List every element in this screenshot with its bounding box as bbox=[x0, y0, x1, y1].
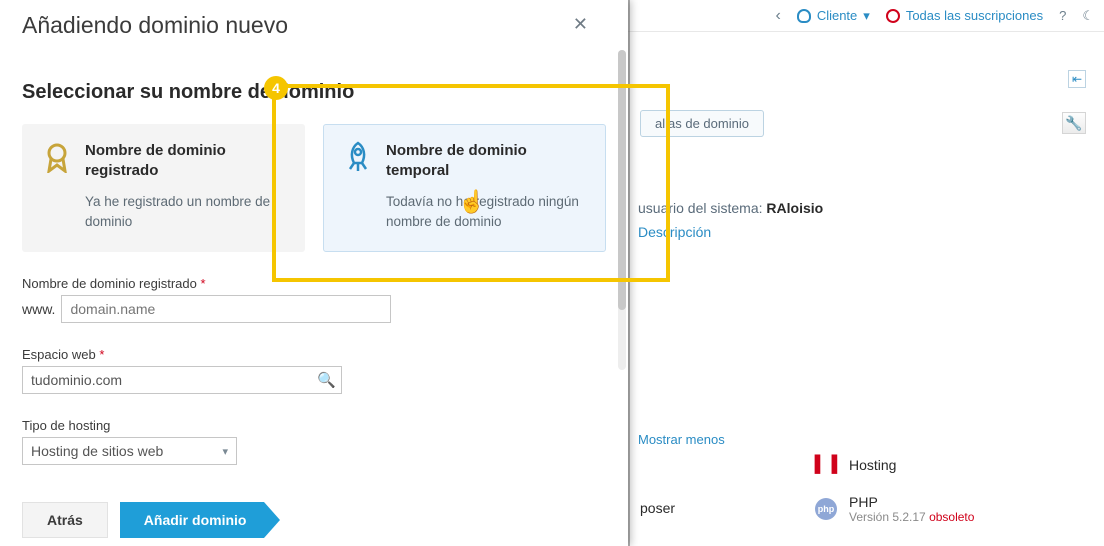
registered-domain-label: Nombre de dominio registrado * bbox=[22, 276, 606, 291]
webspace-label: Espacio web * bbox=[22, 347, 606, 362]
feature-hosting-label: Hosting bbox=[849, 457, 896, 473]
feature-php-label: PHP bbox=[849, 494, 878, 510]
badge-icon bbox=[41, 141, 73, 173]
scrollbar-thumb[interactable] bbox=[618, 50, 626, 310]
add-domain-button[interactable]: Añadir dominio bbox=[120, 502, 265, 538]
system-user-row: usuario del sistema: RAloisio bbox=[638, 200, 823, 216]
hosting-type-value: Hosting de sitios web bbox=[31, 443, 163, 459]
help-icon[interactable]: ? bbox=[1059, 8, 1066, 23]
subscriptions-link[interactable]: Todas las suscripciones bbox=[886, 8, 1043, 23]
field-hosting-type: Tipo de hosting Hosting de sitios web ▾ bbox=[22, 418, 606, 465]
modal-title: Añadiendo dominio nuevo bbox=[22, 12, 606, 39]
close-icon[interactable]: ✕ bbox=[573, 14, 588, 35]
feature-php[interactable]: php PHP Versión 5.2.17 obsoleto bbox=[815, 494, 974, 524]
card-registered-title: Nombre de dominio registrado bbox=[85, 141, 286, 180]
field-webspace: Espacio web * 🔍 bbox=[22, 347, 606, 394]
user-menu[interactable]: Cliente ▾ bbox=[797, 8, 870, 24]
description-link[interactable]: Descripción bbox=[638, 224, 711, 240]
field-registered-domain: Nombre de dominio registrado * www. bbox=[22, 276, 606, 323]
php-obsolete: obsoleto bbox=[929, 510, 974, 524]
card-temporary-title: Nombre de dominio temporal bbox=[386, 141, 587, 180]
show-less-link[interactable]: Mostrar menos bbox=[638, 432, 725, 447]
globe-icon bbox=[886, 9, 900, 23]
www-prefix: www. bbox=[22, 301, 55, 317]
caret-down-icon: ▾ bbox=[863, 8, 870, 24]
feature-column: ▌▐ Hosting php PHP Versión 5.2.17 obsole… bbox=[815, 454, 974, 542]
card-registered-desc: Ya he registrado un nombre de dominio bbox=[41, 192, 286, 231]
sidebar-toggle-icon[interactable]: ⇤ bbox=[1068, 70, 1086, 88]
hosting-type-select[interactable]: Hosting de sitios web ▾ bbox=[22, 437, 237, 465]
tools-button[interactable]: 🔧 bbox=[1062, 112, 1086, 134]
user-label: Cliente bbox=[817, 8, 857, 23]
tutorial-step-badge: 4 bbox=[264, 76, 288, 100]
back-chevron-icon[interactable]: ‹ bbox=[775, 7, 780, 25]
hosting-type-label: Tipo de hosting bbox=[22, 418, 606, 433]
chevron-down-icon: ▾ bbox=[222, 445, 228, 458]
feature-composer-fragment: poser bbox=[640, 500, 675, 516]
subscriptions-label: Todas las suscripciones bbox=[906, 8, 1043, 23]
card-temporary-domain[interactable]: Nombre de dominio temporal Todavía no he… bbox=[323, 124, 606, 252]
card-registered-domain[interactable]: Nombre de dominio registrado Ya he regis… bbox=[22, 124, 305, 252]
night-mode-icon[interactable]: ☾ bbox=[1082, 8, 1094, 24]
user-icon bbox=[797, 9, 811, 23]
wrench-icon: 🔧 bbox=[1065, 115, 1082, 132]
feature-hosting[interactable]: ▌▐ Hosting bbox=[815, 454, 974, 476]
card-temporary-desc: Todavía no he registrado ningún nombre d… bbox=[342, 192, 587, 231]
scrollbar[interactable] bbox=[618, 50, 626, 370]
hosting-icon: ▌▐ bbox=[815, 454, 837, 476]
back-button[interactable]: Atrás bbox=[22, 502, 108, 538]
section-title: Seleccionar su nombre de dominio bbox=[22, 81, 606, 104]
add-domain-modal: Añadiendo dominio nuevo ✕ Seleccionar su… bbox=[0, 0, 628, 546]
php-version: Versión 5.2.17 bbox=[849, 510, 929, 524]
php-icon: php bbox=[815, 498, 837, 520]
modal-footer: Atrás Añadir dominio bbox=[22, 502, 264, 538]
domain-name-input[interactable] bbox=[61, 295, 391, 323]
webspace-input[interactable] bbox=[22, 366, 342, 394]
rocket-icon bbox=[342, 141, 374, 173]
tab-domain-alias[interactable]: alias de dominio bbox=[640, 110, 764, 137]
system-user-value: RAloisio bbox=[766, 200, 823, 216]
system-user-prefix: usuario del sistema: bbox=[638, 200, 766, 216]
search-icon[interactable]: 🔍 bbox=[317, 371, 336, 389]
